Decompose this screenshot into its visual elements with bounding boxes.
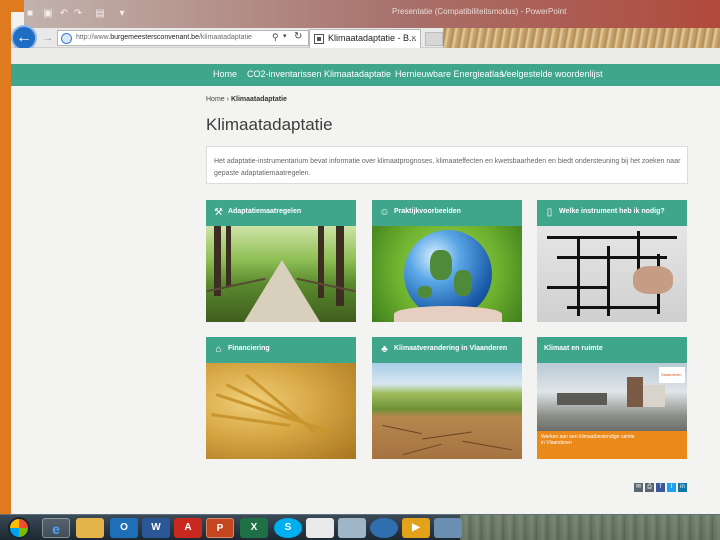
acrobat-icon[interactable]: A xyxy=(174,518,202,538)
breadcrumb-home[interactable]: Home xyxy=(206,96,225,103)
taskbar-background xyxy=(460,515,720,540)
new-tab-button[interactable] xyxy=(425,32,443,46)
card-label: Adaptatiemaatregelen xyxy=(228,208,302,215)
card-klimaatverandering-vlaanderen[interactable]: ♣ Klimaatverandering in Vlaanderen xyxy=(372,337,522,459)
earth-image[interactable] xyxy=(372,226,522,322)
mail-icon[interactable]: ✉ xyxy=(634,483,643,492)
tab-favicon-icon xyxy=(314,34,324,44)
excel-icon[interactable]: X xyxy=(240,518,268,538)
ruimte-banner-text: Werken aan een klimaatbestendige ruimte … xyxy=(541,434,635,446)
card-label: Welke instrument heb ik nodig? xyxy=(559,208,665,215)
refresh-icon[interactable]: ↻ xyxy=(294,31,302,42)
vlaanderen-logo: Vlaanderen xyxy=(659,367,685,383)
calculator-icon[interactable] xyxy=(338,518,366,538)
card-header[interactable]: ▯ Welke instrument heb ik nodig? xyxy=(537,200,687,226)
page-title: Klimaatadaptatie xyxy=(206,115,333,134)
header-band xyxy=(11,48,720,64)
card-header[interactable]: ♣ Klimaatverandering in Vlaanderen xyxy=(372,337,522,363)
site-header-image xyxy=(443,28,720,48)
save-icon[interactable]: ▣ xyxy=(42,8,54,20)
outlook-icon[interactable]: O xyxy=(110,518,138,538)
ruimte-banner: Werken aan een klimaatbestendige ruimte … xyxy=(537,431,687,459)
slide-edge xyxy=(0,0,11,540)
breadcrumb-separator: › xyxy=(226,96,229,103)
drought-image[interactable] xyxy=(372,363,522,459)
close-tab-icon[interactable]: × xyxy=(411,33,416,43)
slide-corner xyxy=(0,0,24,12)
print-icon[interactable]: ⎙ xyxy=(645,483,654,492)
nav-klimaatadaptatie[interactable]: Klimaatadaptatie xyxy=(324,69,391,79)
vlaanderen-logo-text: Vlaanderen xyxy=(661,372,682,377)
media-icon[interactable]: ▶ xyxy=(402,518,430,538)
site-nav: Home CO2-inventarissen Klimaatadaptatie … xyxy=(11,64,720,86)
card-header[interactable]: ☺ Praktijkvoorbeelden xyxy=(372,200,522,226)
business-arrows-image[interactable] xyxy=(537,226,687,322)
tab-klimaatadaptatie[interactable]: Klimaatadaptatie - B... × xyxy=(309,29,421,48)
window-app-icon[interactable]: ■ xyxy=(24,8,36,20)
nav-hernieuwbare-energieatlas[interactable]: Hernieuwbare Energieatlas xyxy=(395,69,504,79)
app-icon[interactable] xyxy=(306,518,334,538)
card-label: Klimaatverandering in Vlaanderen xyxy=(394,345,508,352)
card-welke-instrument[interactable]: ▯ Welke instrument heb ik nodig? xyxy=(537,200,687,322)
powerpoint-icon[interactable]: P xyxy=(206,518,234,538)
word-icon[interactable]: W xyxy=(142,518,170,538)
browser-toolbar: ← → http://www.burgemeestersconvenant.be… xyxy=(11,25,720,51)
linkedin-icon[interactable]: in xyxy=(678,483,687,492)
klimaat-ruimte-image[interactable]: Vlaanderen Werken aan een klimaatbestend… xyxy=(537,363,687,459)
grain-image[interactable] xyxy=(206,363,356,459)
forward-button[interactable]: → xyxy=(41,31,55,45)
paint-icon[interactable] xyxy=(434,518,462,538)
window-titlebar: ■ ▣ ↶ ↷ ▤ ▾ Presentatie (Compatibiliteit… xyxy=(24,0,720,28)
url-path: /klimaatadaptatie xyxy=(198,34,252,41)
people-icon: ☺ xyxy=(379,207,390,218)
nav-co2-inventarissen[interactable]: CO2-inventarissen xyxy=(247,69,322,79)
card-financiering[interactable]: ⌂ Financiering xyxy=(206,337,356,459)
window-title: Presentatie (Compatibiliteitsmodus) - Po… xyxy=(392,7,567,16)
taskbar: e O W A P X S ▶ xyxy=(0,514,720,540)
breadcrumb-current: Klimaatadaptatie xyxy=(230,96,287,103)
chevron-down-icon[interactable]: ▾ xyxy=(283,32,287,40)
redo-icon[interactable]: ↷ xyxy=(72,8,84,20)
address-bar[interactable]: http://www.burgemeestersconvenant.be/kli… xyxy=(57,30,309,46)
card-label: Praktijkvoorbeelden xyxy=(394,208,461,215)
card-header[interactable]: ⚒ Adaptatiemaatregelen xyxy=(206,200,356,226)
card-praktijkvoorbeelden[interactable]: ☺ Praktijkvoorbeelden xyxy=(372,200,522,322)
card-header[interactable]: ⌂ Financiering xyxy=(206,337,356,363)
url-domain: burgemeestersconvenant.be xyxy=(110,34,199,41)
tree-icon: ♣ xyxy=(381,344,388,355)
boardwalk-image[interactable] xyxy=(206,226,356,322)
url-text[interactable]: http://www.burgemeestersconvenant.be/kli… xyxy=(76,34,252,41)
card-klimaat-en-ruimte[interactable]: Klimaat en ruimte Vlaanderen Werken aan … xyxy=(537,337,687,459)
quick-access-dropdown-icon[interactable]: ▾ xyxy=(116,8,128,20)
site-icon xyxy=(61,33,72,44)
skype-icon[interactable]: S xyxy=(274,518,302,538)
ie-icon[interactable]: e xyxy=(42,518,70,538)
tools-icon: ⚒ xyxy=(214,207,223,218)
bank-icon: ⌂ xyxy=(215,344,222,355)
intro-text: Het adaptatie-instrumentarium bevat info… xyxy=(214,158,681,177)
tab-title: Klimaatadaptatie - B... xyxy=(328,33,417,43)
card-label: Klimaat en ruimte xyxy=(544,345,603,352)
book-icon: ▯ xyxy=(546,207,553,218)
presentation-icon[interactable]: ▤ xyxy=(94,8,106,20)
twitter-icon[interactable]: t xyxy=(667,483,676,492)
facebook-icon[interactable]: f xyxy=(656,483,665,492)
card-adaptatiemaatregelen[interactable]: ⚒ Adaptatiemaatregelen xyxy=(206,200,356,322)
folder-icon[interactable] xyxy=(76,518,104,538)
intro-box: Het adaptatie-instrumentarium bevat info… xyxy=(206,146,688,184)
card-header[interactable]: Klimaat en ruimte xyxy=(537,337,687,363)
start-button[interactable] xyxy=(8,517,30,539)
nav-woordenlijst[interactable]: Veelgestelde woordenlijst xyxy=(501,69,603,79)
nav-home[interactable]: Home xyxy=(213,69,237,79)
undo-icon[interactable]: ↶ xyxy=(58,8,70,20)
card-label: Financiering xyxy=(228,345,270,352)
search-icon[interactable]: ⚲ xyxy=(272,32,279,43)
earth-icon[interactable] xyxy=(370,518,398,538)
breadcrumb: Home › Klimaatadaptatie xyxy=(206,96,287,103)
url-prefix: http://www. xyxy=(76,34,111,41)
